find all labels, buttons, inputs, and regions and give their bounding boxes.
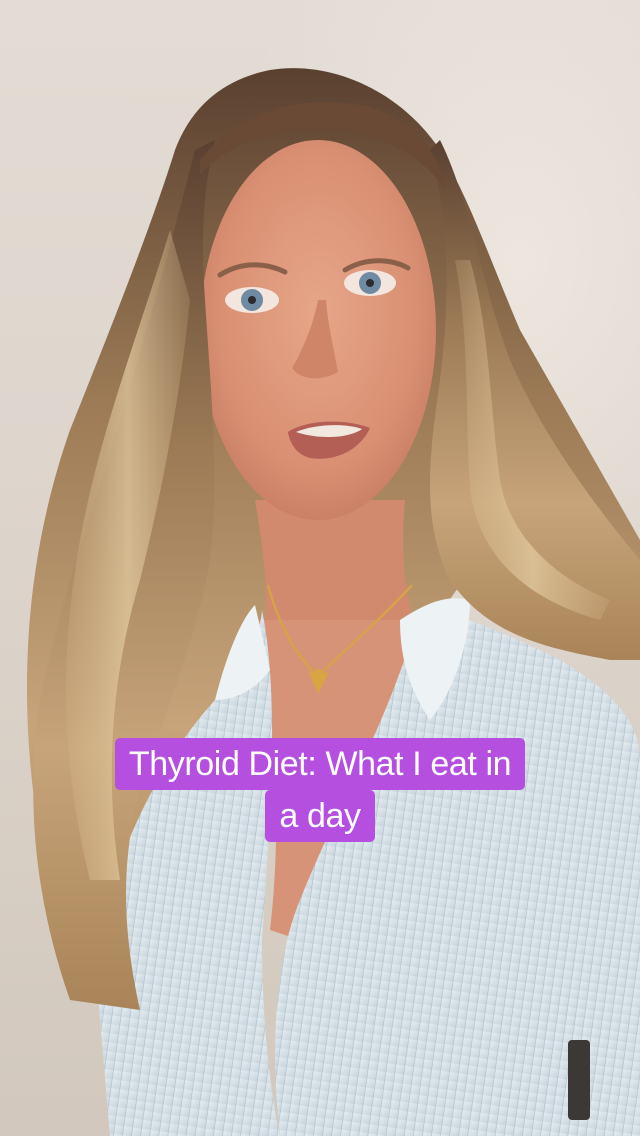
background-object — [568, 1040, 590, 1120]
caption-line-2: a day — [265, 790, 375, 842]
video-caption: Thyroid Diet: What I eat in a day — [0, 738, 640, 842]
video-frame[interactable]: Thyroid Diet: What I eat in a day — [0, 0, 640, 1136]
person-video-still — [26, 68, 640, 1136]
caption-line-1: Thyroid Diet: What I eat in — [114, 738, 526, 790]
